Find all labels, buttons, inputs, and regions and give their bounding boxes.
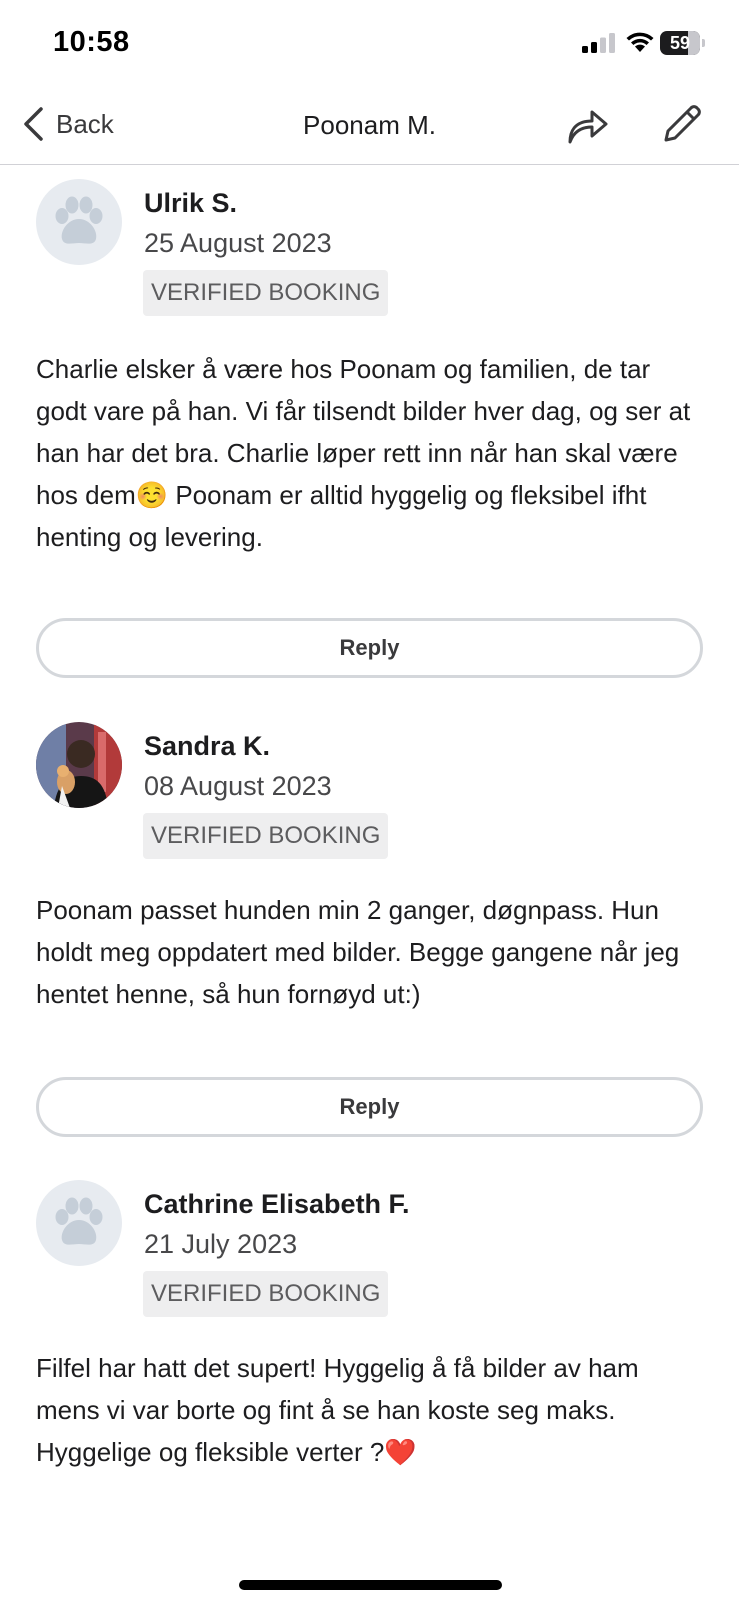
avatar [36, 722, 122, 808]
share-icon[interactable] [564, 102, 610, 148]
reply-button[interactable]: Reply [36, 618, 703, 678]
reply-button[interactable]: Reply [36, 1077, 703, 1137]
review-text: Filfel har hatt det supert! Hyggelig å f… [36, 1353, 639, 1467]
review-date: 21 July 2023 [144, 1229, 298, 1259]
home-indicator[interactable] [239, 1580, 502, 1590]
battery-level: 59 [669, 33, 691, 53]
verified-booking-badge: VERIFIED BOOKING [143, 1271, 389, 1317]
review-date: 08 August 2023 [144, 771, 332, 801]
avatar [36, 1180, 122, 1266]
review-date: 25 August 2023 [144, 228, 332, 258]
signal-icon [582, 33, 615, 53]
review-text: Charlie elsker å være hos Poonam og fami… [36, 354, 691, 552]
review-text: Poonam passet hunden min 2 ganger, døgnp… [36, 895, 680, 1009]
avatar [36, 179, 122, 265]
reviewer-name: Ulrik S. [144, 188, 238, 218]
user-photo [36, 722, 122, 808]
reviewer-name: Cathrine Elisabeth F. [144, 1189, 410, 1219]
nav-bar: Back Poonam M. [0, 90, 739, 165]
verified-booking-badge: VERIFIED BOOKING [143, 270, 389, 316]
status-time: 10:58 [53, 26, 130, 58]
page-title: Poonam M. [303, 110, 436, 140]
paw-icon [55, 1197, 103, 1245]
wifi-icon [626, 32, 654, 52]
status-bar: 10:58 59 [0, 0, 739, 90]
verified-booking-badge: VERIFIED BOOKING [143, 813, 389, 859]
reviewer-name: Sandra K. [144, 731, 271, 761]
battery-icon: 59 [660, 31, 705, 55]
paw-icon [55, 196, 103, 244]
edit-pencil-icon[interactable] [658, 100, 706, 148]
